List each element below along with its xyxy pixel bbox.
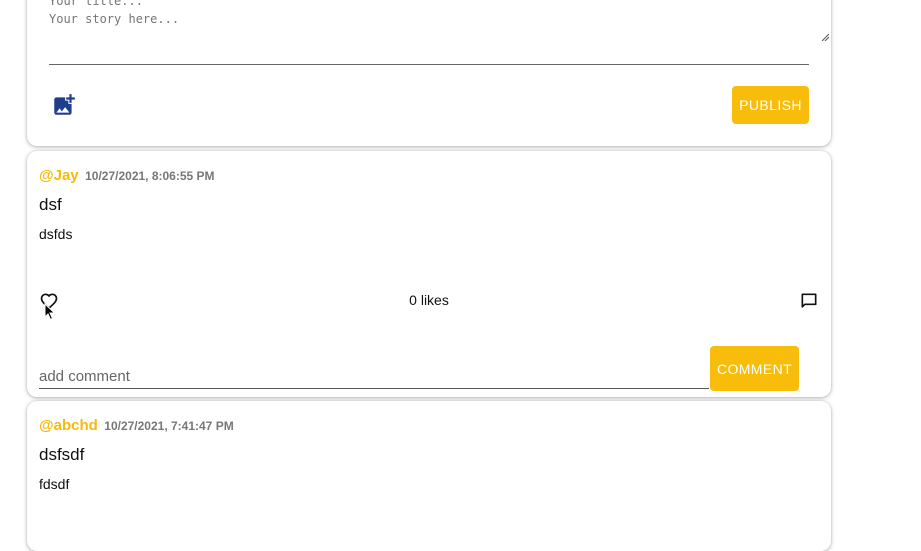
comment-input[interactable] [39,364,709,389]
resize-handle-icon[interactable] [821,33,829,41]
post-timestamp: 10/27/2021, 7:41:47 PM [104,419,234,433]
post-card: @Jay 10/27/2021, 8:06:55 PM dsf dsfds 0 … [27,151,831,397]
post-meta: @Jay 10/27/2021, 8:06:55 PM [39,167,215,185]
post-author[interactable]: @Jay [39,167,79,184]
likes-count: 0 likes [409,292,449,308]
post-body: fdsdf [39,476,70,492]
mouse-cursor-icon [44,303,56,321]
post-title: dsf [39,195,62,214]
comment-button[interactable]: COMMENT [710,346,799,391]
post-meta: @abchd 10/27/2021, 7:41:47 PM [39,417,234,435]
story-textarea[interactable] [49,12,829,44]
post-timestamp: 10/27/2021, 8:06:55 PM [85,169,215,183]
post-author[interactable]: @abchd [39,417,98,434]
composer-divider [49,64,809,65]
publish-button[interactable]: PUBLISH [732,86,809,124]
add-photo-icon[interactable] [51,92,77,118]
post-feed: PUBLISH @Jay 10/27/2021, 8:06:55 PM dsf … [27,0,831,551]
post-card: @abchd 10/27/2021, 7:41:47 PM dsfsdf fds… [27,401,831,551]
post-composer: PUBLISH [27,0,831,146]
post-body: dsfds [39,226,73,242]
title-input[interactable] [49,0,449,8]
comment-icon[interactable] [799,291,819,311]
post-title: dsfsdf [39,445,85,464]
